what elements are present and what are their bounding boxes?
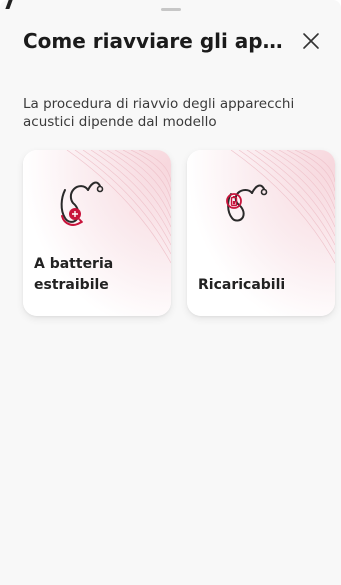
sheet-title: Come riavviare gli appar...: [23, 29, 293, 53]
removable-battery-hearing-aid-icon: [60, 181, 104, 226]
sheet-description: La procedura di riavvio degli apparecchi…: [23, 96, 295, 130]
hearing-aid-type-options: A batteria estraibile Ricaricabili: [23, 150, 335, 316]
card-removable-battery[interactable]: A batteria estraibile: [23, 150, 171, 316]
card-label: A batteria estraibile: [34, 256, 114, 293]
rechargeable-hearing-aid-icon: [226, 184, 268, 222]
card-rechargeable[interactable]: Ricaricabili: [187, 150, 335, 316]
sheet-drag-handle[interactable]: [161, 8, 181, 11]
sheet-header: Come riavviare gli appar...: [23, 28, 323, 58]
screen: Come riavviare gli appar... La procedura…: [0, 0, 341, 585]
close-button[interactable]: [299, 29, 323, 53]
bottom-sheet: Come riavviare gli appar... La procedura…: [0, 0, 341, 585]
close-icon: [303, 33, 319, 49]
card-label: Ricaricabili: [198, 277, 286, 293]
